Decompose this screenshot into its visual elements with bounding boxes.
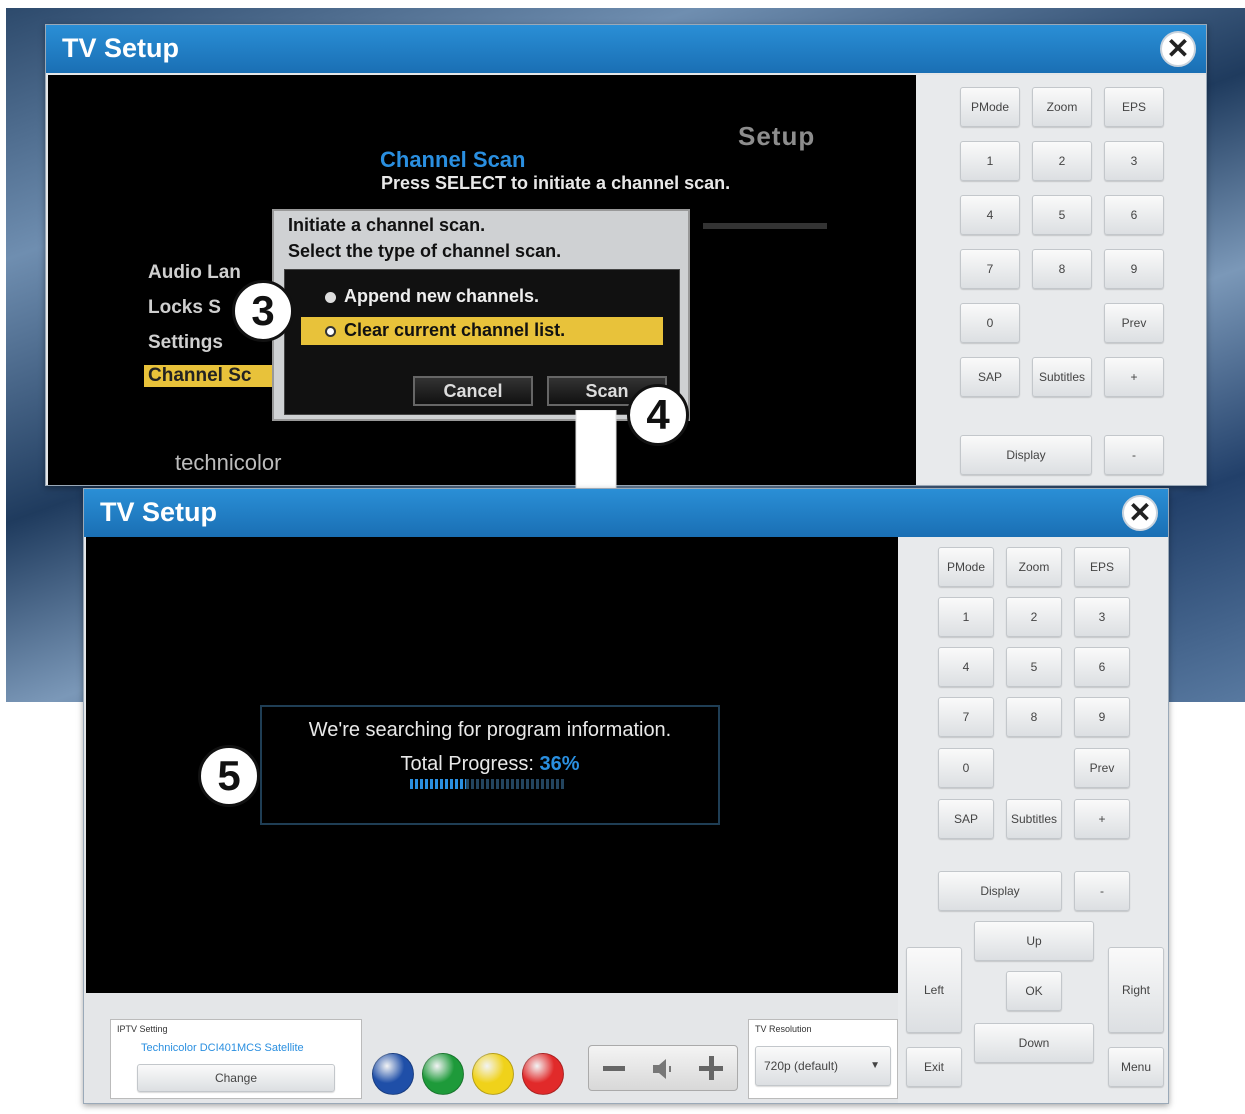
key-pmode[interactable]: PMode xyxy=(960,87,1020,127)
title-bar: TV Setup ✕ xyxy=(84,489,1168,537)
close-icon[interactable]: ✕ xyxy=(1160,31,1196,67)
window-title: TV Setup xyxy=(62,33,180,63)
title-bar: TV Setup ✕ xyxy=(46,25,1206,73)
brand-logo: technicolor xyxy=(175,450,282,475)
key-sap[interactable]: SAP xyxy=(938,799,994,839)
progress-bar-fill xyxy=(410,779,466,789)
key-minus[interactable]: - xyxy=(1104,435,1164,475)
remote-keypad: PMode Zoom EPS 1 2 3 4 5 6 7 8 9 0 Prev … xyxy=(916,75,1206,485)
speaker-icon[interactable] xyxy=(651,1057,675,1081)
progress-dialog: We're searching for program information.… xyxy=(260,705,720,825)
key-2[interactable]: 2 xyxy=(1006,597,1062,637)
blue-button[interactable] xyxy=(372,1053,414,1095)
key-zoom[interactable]: Zoom xyxy=(1006,547,1062,587)
key-eps[interactable]: EPS xyxy=(1074,547,1130,587)
key-9[interactable]: 9 xyxy=(1074,697,1130,737)
dropdown-arrow-icon: ▼ xyxy=(870,1060,880,1071)
key-display[interactable]: Display xyxy=(960,435,1092,475)
exit-button[interactable]: Exit xyxy=(906,1047,962,1087)
key-4[interactable]: 4 xyxy=(960,195,1020,235)
key-sap[interactable]: SAP xyxy=(960,357,1020,397)
progress-bar-remaining xyxy=(466,779,566,789)
red-button[interactable] xyxy=(522,1053,564,1095)
cancel-button[interactable]: Cancel xyxy=(413,376,533,406)
iptv-heading: IPTV Setting xyxy=(117,1024,168,1034)
key-0[interactable]: 0 xyxy=(960,303,1020,343)
progress-percent: 36% xyxy=(539,753,580,775)
key-pmode[interactable]: PMode xyxy=(938,547,994,587)
key-plus[interactable]: + xyxy=(1074,799,1130,839)
resolution-heading: TV Resolution xyxy=(755,1024,812,1034)
key-3[interactable]: 3 xyxy=(1074,597,1130,637)
key-eps[interactable]: EPS xyxy=(1104,87,1164,127)
tv-screen: Setup Channel Scan Press SELECT to initi… xyxy=(48,75,916,485)
iptv-provider: Technicolor DCI401MCS Satellite xyxy=(141,1042,304,1054)
volume-control xyxy=(588,1045,738,1091)
key-9[interactable]: 9 xyxy=(1104,249,1164,289)
key-5[interactable]: 5 xyxy=(1032,195,1092,235)
change-button[interactable]: Change xyxy=(137,1064,335,1092)
progress-message: We're searching for program information. xyxy=(308,719,672,741)
key-plus[interactable]: + xyxy=(1104,357,1164,397)
key-4[interactable]: 4 xyxy=(938,647,994,687)
progress-label: Total Progress: xyxy=(400,753,534,775)
key-3[interactable]: 3 xyxy=(1104,141,1164,181)
radio-icon xyxy=(325,291,336,303)
key-6[interactable]: 6 xyxy=(1074,647,1130,687)
menu-item-audio[interactable]: Audio Lan xyxy=(148,262,268,284)
channel-scan-instruction: Press SELECT to initiate a channel scan. xyxy=(381,173,731,193)
close-icon[interactable]: ✕ xyxy=(1122,495,1158,531)
key-1[interactable]: 1 xyxy=(938,597,994,637)
setup-header: Setup xyxy=(738,121,816,151)
iptv-setting-panel: IPTV Setting Technicolor DCI401MCS Satel… xyxy=(110,1019,362,1099)
progress-row: Total Progress: 36% xyxy=(262,753,718,776)
option-append-label: Append new channels. xyxy=(344,286,540,306)
key-5[interactable]: 5 xyxy=(1006,647,1062,687)
key-6[interactable]: 6 xyxy=(1104,195,1164,235)
yellow-button[interactable] xyxy=(472,1053,514,1095)
resolution-value: 720p (default) xyxy=(764,1059,839,1073)
nav-ok-button[interactable]: OK xyxy=(1006,971,1062,1011)
key-prev[interactable]: Prev xyxy=(1074,748,1130,788)
menu-button[interactable]: Menu xyxy=(1108,1047,1164,1087)
dialog-line-2: Select the type of channel scan. xyxy=(288,241,562,261)
step-4-marker: 4 xyxy=(627,384,689,446)
minus-icon[interactable] xyxy=(603,1066,625,1071)
key-7[interactable]: 7 xyxy=(960,249,1020,289)
divider xyxy=(703,223,827,229)
radio-selected-icon xyxy=(325,325,336,337)
menu-item-channel-scan[interactable]: Channel Sc xyxy=(144,365,272,387)
step-3-marker: 3 xyxy=(232,280,294,342)
green-button[interactable] xyxy=(422,1053,464,1095)
nav-up-button[interactable]: Up xyxy=(974,921,1094,961)
key-8[interactable]: 8 xyxy=(1006,697,1062,737)
key-zoom[interactable]: Zoom xyxy=(1032,87,1092,127)
channel-scan-title: Channel Scan xyxy=(380,147,526,172)
dialog-options-panel: Append new channels. Clear current chann… xyxy=(284,269,680,415)
key-display[interactable]: Display xyxy=(938,871,1062,911)
scan-dialog: Initiate a channel scan. Select the type… xyxy=(272,209,690,421)
key-7[interactable]: 7 xyxy=(938,697,994,737)
nav-left-button[interactable]: Left xyxy=(906,947,962,1033)
remote-keypad: PMode Zoom EPS 1 2 3 4 5 6 7 8 9 0 Prev … xyxy=(898,537,1168,1103)
key-0[interactable]: 0 xyxy=(938,748,994,788)
key-minus[interactable]: - xyxy=(1074,871,1130,911)
key-subtitles[interactable]: Subtitles xyxy=(1032,357,1092,397)
key-8[interactable]: 8 xyxy=(1032,249,1092,289)
key-2[interactable]: 2 xyxy=(1032,141,1092,181)
nav-right-button[interactable]: Right xyxy=(1108,947,1164,1033)
resolution-select[interactable]: 720p (default) ▼ xyxy=(755,1046,891,1086)
nav-down-button[interactable]: Down xyxy=(974,1023,1094,1063)
dialog-line-1: Initiate a channel scan. xyxy=(288,215,486,235)
key-1[interactable]: 1 xyxy=(960,141,1020,181)
option-clear[interactable]: Clear current channel list. xyxy=(301,317,663,345)
option-append[interactable]: Append new channels. xyxy=(325,286,539,307)
window-title: TV Setup xyxy=(100,497,218,527)
plus-icon[interactable] xyxy=(699,1056,723,1080)
option-clear-label: Clear current channel list. xyxy=(344,320,566,340)
tv-resolution-panel: TV Resolution 720p (default) ▼ xyxy=(748,1019,898,1099)
step-5-marker: 5 xyxy=(198,745,260,807)
key-subtitles[interactable]: Subtitles xyxy=(1006,799,1062,839)
key-prev[interactable]: Prev xyxy=(1104,303,1164,343)
